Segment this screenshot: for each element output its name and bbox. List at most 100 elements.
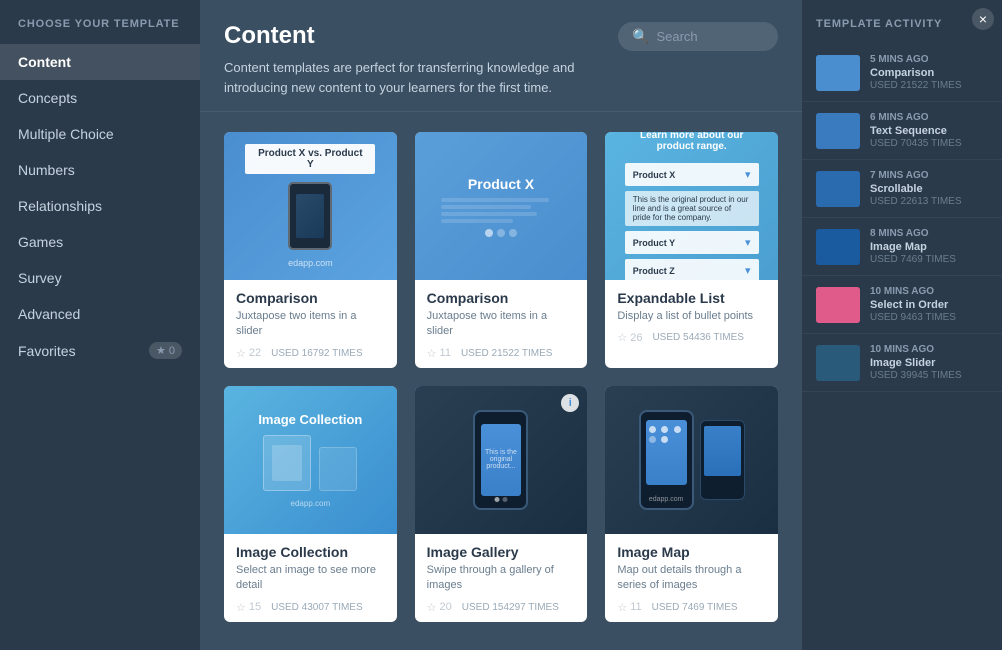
template-meta-3: ☆ 15 USED 43007 TIMES <box>236 601 385 614</box>
template-used-3: USED 43007 TIMES <box>271 602 363 613</box>
template-stars-5: ☆ 11 <box>617 601 641 614</box>
star-icon-4: ☆ <box>427 601 437 614</box>
template-used-2: USED 54436 TIMES <box>652 332 744 343</box>
activity-used-2: USED 22613 TIMES <box>870 196 988 207</box>
sidebar-item-games[interactable]: Games <box>0 224 200 260</box>
template-card-image-map-5[interactable]: edapp.com Image Map Map out details thro… <box>605 386 778 622</box>
template-card-image-gallery-4[interactable]: This is the original product... i Image … <box>415 386 588 622</box>
activity-item-0[interactable]: 5 MINS AGO Comparison USED 21522 TIMES <box>802 44 1002 102</box>
template-meta-2: ☆ 26 USED 54436 TIMES <box>617 331 766 344</box>
search-box[interactable]: 🔍 <box>618 22 778 51</box>
sidebar-item-concepts[interactable]: Concepts <box>0 80 200 116</box>
sidebar-item-label-games: Games <box>18 234 63 250</box>
sidebar-item-label-relationships: Relationships <box>18 198 102 214</box>
activity-item-2[interactable]: 7 MINS AGO Scrollable USED 22613 TIMES <box>802 160 1002 218</box>
template-name-1: Comparison <box>427 290 576 306</box>
sidebar-item-label-survey: Survey <box>18 270 62 286</box>
activity-thumb-5 <box>816 345 860 381</box>
sidebar-item-label-advanced: Advanced <box>18 306 80 322</box>
sidebar: CHOOSE YOUR TEMPLATE Content Concepts Mult… <box>0 0 200 650</box>
search-input[interactable] <box>656 29 766 44</box>
template-card-comparison-1[interactable]: Product X Comparison Juxtapose two items… <box>415 132 588 368</box>
activity-used-0: USED 21522 TIMES <box>870 80 988 91</box>
activity-info-2: 7 MINS AGO Scrollable USED 22613 TIMES <box>870 170 988 207</box>
activity-time-3: 8 MINS AGO <box>870 228 988 239</box>
template-card-image-collection-3[interactable]: Image Collection edapp.com Image Collect… <box>224 386 397 622</box>
template-desc-4: Swipe through a gallery of images <box>427 563 576 594</box>
activity-item-4[interactable]: 10 MINS AGO Select in Order USED 9463 TI… <box>802 276 1002 334</box>
template-used-5: USED 7469 TIMES <box>652 602 738 613</box>
sidebar-item-label-multiple-choice: Multiple Choice <box>18 126 114 142</box>
favorites-badge: ★0 <box>149 342 182 359</box>
template-thumb-4: This is the original product... i <box>415 386 588 534</box>
template-thumb-0: Product X vs. Product Y edapp.com <box>224 132 397 280</box>
template-card-body-3: Image Collection Select an image to see … <box>224 534 397 622</box>
activity-used-1: USED 70435 TIMES <box>870 138 988 149</box>
star-icon-5: ☆ <box>617 601 627 614</box>
template-card-comparison-0[interactable]: Product X vs. Product Y edapp.com Compar… <box>224 132 397 368</box>
template-thumb-3: Image Collection edapp.com <box>224 386 397 534</box>
template-desc-5: Map out details through a series of imag… <box>617 563 766 594</box>
activity-item-1[interactable]: 6 MINS AGO Text Sequence USED 70435 TIME… <box>802 102 1002 160</box>
activity-used-5: USED 39945 TIMES <box>870 370 988 381</box>
activity-used-4: USED 9463 TIMES <box>870 312 988 323</box>
main-content: Content Content templates are perfect fo… <box>200 0 802 650</box>
template-name-0: Comparison <box>236 290 385 306</box>
sidebar-item-content[interactable]: Content <box>0 44 200 80</box>
activity-thumb-1 <box>816 113 860 149</box>
activity-item-3[interactable]: 8 MINS AGO Image Map USED 7469 TIMES <box>802 218 1002 276</box>
modal-overlay: CHOOSE YOUR TEMPLATE Content Concepts Mult… <box>0 0 1002 650</box>
sidebar-item-multiple-choice[interactable]: Multiple Choice <box>0 116 200 152</box>
sidebar-item-survey[interactable]: Survey <box>0 260 200 296</box>
activity-name-2: Scrollable <box>870 183 988 195</box>
activity-thumb-0 <box>816 55 860 91</box>
sidebar-item-label-favorites: Favorites <box>18 343 76 359</box>
activity-thumb-4 <box>816 287 860 323</box>
sidebar-item-relationships[interactable]: Relationships <box>0 188 200 224</box>
template-card-body-0: Comparison Juxtapose two items in a slid… <box>224 280 397 368</box>
template-meta-5: ☆ 11 USED 7469 TIMES <box>617 601 766 614</box>
template-thumb-5: edapp.com <box>605 386 778 534</box>
template-card-expandable-list-2[interactable]: Learn more about ourproduct range. Produ… <box>605 132 778 368</box>
activity-item-5[interactable]: 10 MINS AGO Image Slider USED 39945 TIME… <box>802 334 1002 392</box>
star-icon-1: ☆ <box>427 347 437 360</box>
activity-time-4: 10 MINS AGO <box>870 286 988 297</box>
template-card-body-1: Comparison Juxtapose two items in a slid… <box>415 280 588 368</box>
sidebar-item-label-numbers: Numbers <box>18 162 75 178</box>
template-desc-3: Select an image to see more detail <box>236 563 385 594</box>
template-stars-0: ☆ 22 <box>236 347 261 360</box>
activity-info-1: 6 MINS AGO Text Sequence USED 70435 TIME… <box>870 112 988 149</box>
template-meta-4: ☆ 20 USED 154297 TIMES <box>427 601 576 614</box>
activity-name-1: Text Sequence <box>870 125 988 137</box>
star-icon-0: ☆ <box>236 347 246 360</box>
activity-name-5: Image Slider <box>870 357 988 369</box>
template-desc-2: Display a list of bullet points <box>617 309 766 324</box>
template-thumb-2: Learn more about ourproduct range. Produ… <box>605 132 778 280</box>
right-sidebar: TEMPLATE ACTIVITY 5 MINS AGO Comparison … <box>802 0 1002 650</box>
activity-name-3: Image Map <box>870 241 988 253</box>
modal: CHOOSE YOUR TEMPLATE Content Concepts Mult… <box>0 0 1002 650</box>
search-icon: 🔍 <box>632 28 649 45</box>
main-header: Content Content templates are perfect fo… <box>200 0 802 112</box>
sidebar-item-favorites[interactable]: Favorites ★0 <box>0 332 200 369</box>
template-card-body-4: Image Gallery Swipe through a gallery of… <box>415 534 588 622</box>
activity-name-4: Select in Order <box>870 299 988 311</box>
template-desc-0: Juxtapose two items in a slider <box>236 309 385 340</box>
sidebar-item-numbers[interactable]: Numbers <box>0 152 200 188</box>
star-icon-2: ☆ <box>617 331 627 344</box>
sidebar-item-advanced[interactable]: Advanced <box>0 296 200 332</box>
sidebar-item-label-concepts: Concepts <box>18 90 77 106</box>
activity-used-3: USED 7469 TIMES <box>870 254 988 265</box>
main-header-left: Content Content templates are perfect fo… <box>224 22 618 97</box>
template-meta-0: ☆ 22 USED 16792 TIMES <box>236 347 385 360</box>
activity-thumb-3 <box>816 229 860 265</box>
page-title: Content <box>224 22 618 50</box>
template-name-5: Image Map <box>617 544 766 560</box>
close-button[interactable]: × <box>972 8 994 30</box>
template-stars-2: ☆ 26 <box>617 331 642 344</box>
activity-time-2: 7 MINS AGO <box>870 170 988 181</box>
activity-info-0: 5 MINS AGO Comparison USED 21522 TIMES <box>870 54 988 91</box>
activity-thumb-2 <box>816 171 860 207</box>
sidebar-title: CHOOSE YOUR TEMPLATE <box>0 18 200 44</box>
activity-info-5: 10 MINS AGO Image Slider USED 39945 TIME… <box>870 344 988 381</box>
